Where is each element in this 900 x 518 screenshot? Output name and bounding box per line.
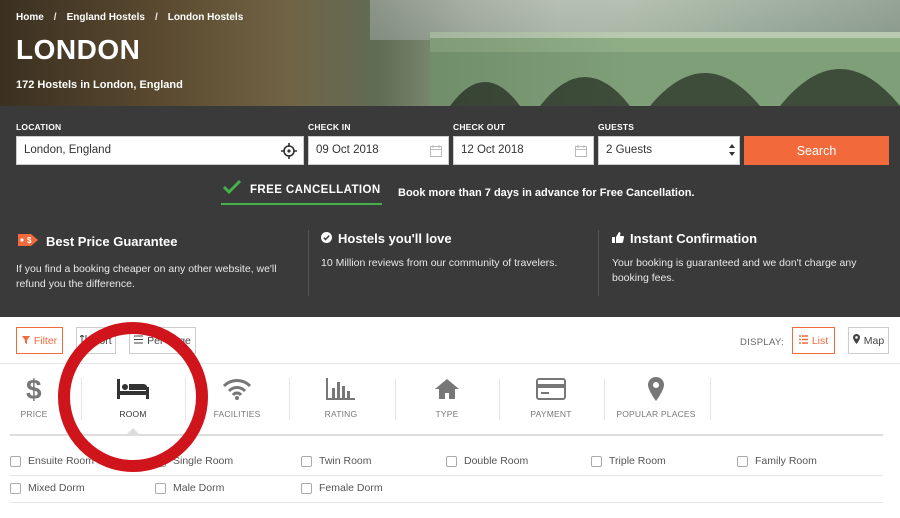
highlight-circle: [58, 322, 208, 472]
list-view-label: List: [811, 334, 829, 347]
breadcrumb: Home / England Hostels / London Hostels: [16, 12, 243, 23]
checkbox-twin-room[interactable]: Twin Room: [301, 455, 372, 467]
calendar-icon: [430, 145, 442, 160]
page-title: LONDON: [16, 34, 141, 65]
checkbox-label: Twin Room: [319, 455, 372, 467]
checkbox-double-room[interactable]: Double Room: [446, 455, 528, 467]
checkbox[interactable]: [10, 455, 21, 467]
filter-label: Filter: [33, 334, 58, 347]
breadcrumb-home[interactable]: Home: [16, 12, 44, 23]
feature-price-guarantee: $ Best Price Guarantee If you find a boo…: [16, 231, 296, 292]
checkbox-label: Female Dorm: [319, 482, 383, 494]
svg-text:$: $: [27, 236, 32, 245]
checkmark-icon: [222, 179, 242, 200]
tab-popular-places[interactable]: POPULAR PLACES: [604, 368, 708, 428]
checkbox-female-dorm[interactable]: Female Dorm: [301, 482, 383, 494]
tab-label: RATING: [324, 409, 358, 419]
feature-desc: If you find a booking cheaper on any oth…: [16, 263, 277, 290]
location-field[interactable]: London, England: [16, 136, 304, 165]
checkbox-label: Double Room: [464, 455, 529, 467]
checkbox[interactable]: [301, 482, 312, 494]
map-view-button[interactable]: Map: [848, 327, 889, 354]
guests-select[interactable]: 2 Guests: [598, 136, 740, 165]
breadcrumb-separator: /: [154, 12, 158, 23]
checkout-value: 12 Oct 2018: [461, 144, 524, 156]
checkbox-family-room[interactable]: Family Room: [737, 455, 817, 467]
free-cancellation-text: Book more than 7 days in advance for Fre…: [398, 187, 695, 199]
checkbox-male-dorm[interactable]: Male Dorm: [155, 482, 224, 494]
feature-divider: [308, 230, 309, 296]
free-cancellation-label: FREE CANCELLATION: [250, 183, 381, 196]
checkbox[interactable]: [737, 455, 748, 467]
checkin-value: 09 Oct 2018: [316, 144, 379, 156]
breadcrumb-separator: /: [53, 12, 57, 23]
feature-instant-confirmation: Instant Confirmation Your booking is gua…: [612, 231, 887, 286]
checkbox[interactable]: [10, 482, 21, 494]
price-tag-icon: $: [16, 231, 40, 252]
breadcrumb-london[interactable]: London Hostels: [168, 12, 244, 23]
hostel-count: 172 Hostels in London, England: [16, 79, 183, 91]
feature-title: Best Price Guarantee: [46, 234, 178, 249]
free-cancellation-badge: FREE CANCELLATION: [222, 179, 381, 200]
checkbox[interactable]: [446, 455, 457, 467]
map-marker-icon: [852, 334, 860, 347]
checkbox-mixed-dorm[interactable]: Mixed Dorm: [10, 482, 85, 494]
checkbox-label: Family Room: [755, 455, 817, 467]
guests-value: 2 Guests: [606, 144, 653, 156]
tab-type[interactable]: TYPE: [395, 368, 499, 428]
checkbox[interactable]: [591, 455, 602, 467]
checkbox-label: Triple Room: [609, 455, 666, 467]
guests-label: GUESTS: [598, 122, 635, 132]
options-divider: [10, 475, 883, 476]
feature-title: Instant Confirmation: [630, 231, 758, 246]
list-view-icon: [798, 334, 808, 347]
checkbox-triple-room[interactable]: Triple Room: [591, 455, 666, 467]
tab-payment[interactable]: PAYMENT: [499, 368, 603, 428]
check-circle-icon: [321, 231, 332, 246]
tab-label: PAYMENT: [530, 409, 572, 419]
home-icon: [395, 374, 499, 404]
filter-button[interactable]: Filter: [16, 327, 63, 354]
search-button[interactable]: Search: [744, 136, 889, 165]
location-label: LOCATION: [16, 122, 62, 132]
tab-divider: [710, 378, 711, 420]
options-divider: [10, 502, 883, 503]
tab-label: TYPE: [435, 409, 459, 419]
breadcrumb-england[interactable]: England Hostels: [67, 12, 145, 23]
feature-desc: Your booking is guaranteed and we don't …: [612, 257, 857, 284]
search-panel: LOCATION London, England CHECK IN 09 Oct…: [0, 106, 900, 317]
checkbox-label: Ensuite Room: [28, 455, 94, 467]
tab-rating[interactable]: RATING: [289, 368, 393, 428]
checkout-field[interactable]: 12 Oct 2018: [453, 136, 594, 165]
svg-text:$: $: [26, 375, 42, 403]
feature-divider: [598, 230, 599, 296]
select-arrows-icon: [728, 142, 736, 161]
checkbox-label: Mixed Dorm: [28, 482, 85, 494]
checkout-label: CHECK OUT: [453, 122, 506, 132]
funnel-icon: [21, 335, 30, 347]
checkbox[interactable]: [155, 482, 166, 494]
map-pin-icon: [604, 374, 708, 404]
thumbs-up-icon: [612, 231, 625, 246]
map-view-label: Map: [863, 334, 885, 347]
calendar-icon: [575, 145, 587, 160]
tab-label: POPULAR PLACES: [616, 409, 696, 419]
credit-card-icon: [499, 374, 603, 404]
checkbox[interactable]: [301, 455, 312, 467]
list-view-button[interactable]: List: [792, 327, 835, 354]
feature-desc: 10 Million reviews from our community of…: [321, 257, 558, 269]
free-cancellation-underline: [221, 203, 382, 205]
bar-chart-icon: [289, 374, 393, 404]
checkbox-label: Male Dorm: [173, 482, 225, 494]
feature-title: Hostels you'll love: [338, 231, 452, 246]
display-label: DISPLAY:: [740, 337, 784, 348]
feature-hostels-love: Hostels you'll love 10 Million reviews f…: [321, 231, 591, 271]
checkin-field[interactable]: 09 Oct 2018: [308, 136, 449, 165]
checkin-label: CHECK IN: [308, 122, 351, 132]
location-value: London, England: [24, 144, 111, 156]
checkbox-label: Single Room: [173, 455, 234, 467]
checkbox-ensuite-room[interactable]: Ensuite Room: [10, 455, 94, 467]
crosshair-icon[interactable]: [281, 143, 297, 162]
